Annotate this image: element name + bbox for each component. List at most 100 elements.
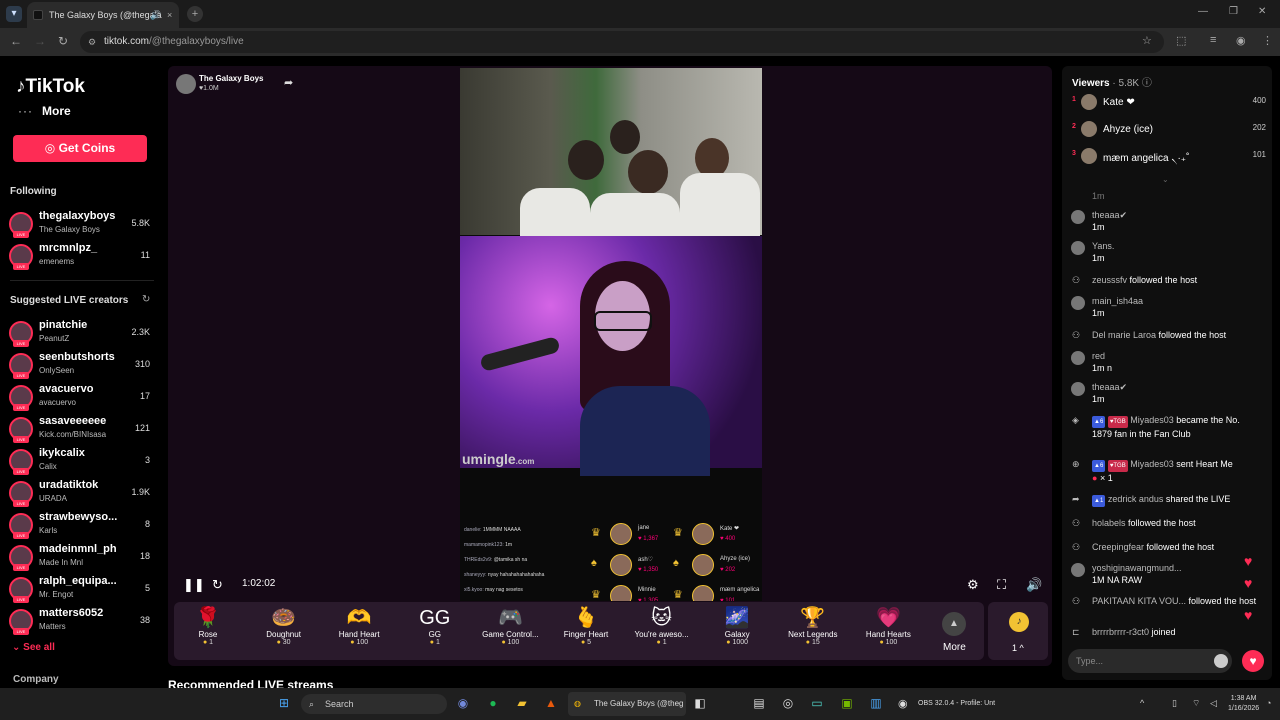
sidebar-item-suggested[interactable]: LIVE uradatiktok URADA 1.9K — [8, 479, 154, 507]
spotify-icon[interactable]: ● — [483, 693, 503, 713]
avatar[interactable]: LIVE — [9, 577, 33, 603]
avatar[interactable]: LIVE — [9, 481, 33, 507]
sidebar-item-suggested[interactable]: LIVE sasaveeeeee Kick.com/BINIsasa 121 — [8, 415, 154, 443]
terminal-icon[interactable]: ▭ — [807, 693, 827, 713]
sidebar-item-following[interactable]: LIVE thegalaxyboys The Galaxy Boys 5.8K — [8, 210, 154, 238]
site-info-icon[interactable]: ⚙ — [88, 31, 96, 53]
nvidia-icon[interactable]: ▣ — [837, 693, 857, 713]
gift-more-icon[interactable]: ▲ — [942, 612, 966, 636]
chat-event-user[interactable]: PAKITAAN KITA VOU... — [1092, 596, 1186, 606]
taskbar-obs[interactable]: ◉ OBS 32.0.4 - Profile: Unt — [896, 692, 1008, 716]
sidebar-item-suggested[interactable]: LIVE ikykcalix Calix 3 — [8, 447, 154, 475]
host-name[interactable]: The Galaxy Boys — [199, 74, 263, 83]
taskbar-clock[interactable]: 1:38 AM 1/16/2026 — [1228, 694, 1259, 714]
get-coins-button[interactable]: ◎ Get Coins — [13, 135, 147, 162]
share-icon[interactable]: ➦ — [284, 76, 293, 89]
steam-icon[interactable]: ◎ — [778, 693, 798, 713]
chat-event-user[interactable]: Creepingfear — [1092, 542, 1144, 552]
notes-icon[interactable]: ▤ — [749, 693, 769, 713]
discord-icon[interactable]: ◉ — [453, 693, 473, 713]
app-icon[interactable]: ▲ — [541, 693, 561, 713]
viewer-avatar[interactable] — [1081, 148, 1097, 164]
avatar[interactable]: LIVE — [9, 321, 33, 347]
settings-gear-icon[interactable]: ⚙ — [967, 577, 979, 593]
gift-item[interactable]: 🎮 Game Control... ● 100 — [480, 606, 540, 646]
gift-item[interactable]: GG GG ● 1 — [405, 606, 465, 646]
chat-event-user[interactable]: Miyades03 — [1130, 415, 1174, 425]
chat-username[interactable]: red — [1092, 351, 1105, 361]
see-all-link[interactable]: ⌄ See all — [12, 642, 55, 653]
sidebar-item-suggested[interactable]: LIVE ralph_equipa... Mr. Engot 5 — [8, 575, 154, 603]
sidebar-item-suggested[interactable]: LIVE pinatchie PeanutZ 2.3K — [8, 319, 154, 347]
browser-tab[interactable]: The Galaxy Boys (@thegala 🔊 × — [27, 2, 179, 28]
gift-item[interactable]: 🌌 Galaxy ● 1000 — [707, 606, 767, 646]
notification-bell-icon[interactable]: ◔ — [1266, 698, 1271, 708]
chat-event-user[interactable]: Del marie Laroa — [1092, 330, 1156, 340]
tray-chevron-icon[interactable]: ^ — [1140, 698, 1144, 708]
like-heart-button[interactable]: ♥ — [1242, 650, 1264, 672]
chat-avatar[interactable] — [1071, 563, 1085, 577]
sidebar-item-following[interactable]: LIVE mrcmnlpz_ emenems 11 — [8, 242, 154, 270]
reload-icon[interactable]: ↻ — [58, 34, 68, 48]
chat-avatar[interactable] — [1071, 351, 1085, 365]
address-field[interactable]: ⚙ tiktok.com/@thegalaxyboys/live — [80, 31, 1164, 53]
top-viewer-row[interactable]: 3 mæm angelica ৲·₊˚ 101 — [1070, 148, 1266, 168]
live-video[interactable]: umingle.com danelie: 1MMMM NAAAA mamamopi… — [460, 68, 762, 601]
chat-event-user[interactable]: holabels — [1092, 518, 1126, 528]
avatar[interactable]: LIVE — [9, 513, 33, 539]
volume-icon[interactable]: 🔊 — [1026, 577, 1042, 593]
top-viewer-row[interactable]: 2 Ahyze (ice) 202 — [1070, 121, 1266, 141]
windows-start-icon[interactable]: ⊞ — [274, 693, 294, 713]
sidebar-item-suggested[interactable]: LIVE seenbutshorts OnlySeen 310 — [8, 351, 154, 379]
speaker-icon[interactable]: ◁ — [1210, 698, 1217, 709]
gift-item[interactable]: 💗 Hand Hearts ● 100 — [858, 606, 918, 646]
avatar[interactable]: LIVE — [9, 417, 33, 443]
gift-item[interactable]: 🏆 Next Legends ● 15 — [783, 606, 843, 646]
sidebar-item-suggested[interactable]: LIVE strawbewyso... Karls 8 — [8, 511, 154, 539]
avatar[interactable]: LIVE — [9, 609, 33, 635]
chat-username[interactable]: Yans. — [1092, 241, 1114, 251]
viewer-avatar[interactable] — [1081, 121, 1097, 137]
profile-avatar-icon[interactable]: ◉ — [1236, 34, 1246, 47]
avatar[interactable]: LIVE — [9, 212, 33, 238]
forward-icon[interactable]: → — [34, 34, 46, 48]
tiktok-logo[interactable]: ♪TikTok — [16, 76, 85, 98]
chat-username[interactable]: main_ish4aa — [1092, 296, 1143, 306]
close-window-icon[interactable]: ✕ — [1258, 6, 1266, 17]
chat-input[interactable]: Type... — [1068, 649, 1232, 673]
sidebar-item-suggested[interactable]: LIVE madeinmnl_ph Made In Mnl 18 — [8, 543, 154, 571]
avatar[interactable]: LIVE — [9, 385, 33, 411]
network-icon[interactable]: ▯ — [1172, 698, 1177, 709]
notepad-icon[interactable]: ▥ — [866, 693, 886, 713]
reading-list-icon[interactable]: ≡ — [1210, 34, 1216, 46]
file-explorer-icon[interactable]: ▰ — [512, 693, 532, 713]
fullscreen-icon[interactable]: ⛶ — [997, 577, 1006, 593]
expand-chevron-icon[interactable]: ⌄ — [1162, 175, 1169, 184]
refresh-stream-icon[interactable]: ↻ — [212, 577, 223, 593]
taskbar-search[interactable]: ⌕ Search — [301, 694, 447, 714]
tab-search-icon[interactable]: ▾ — [6, 6, 22, 22]
chat-event-user[interactable]: Miyades03 — [1130, 459, 1174, 469]
chat-event-user[interactable]: zeusssfv — [1092, 275, 1127, 285]
more-link[interactable]: More — [42, 104, 71, 118]
chat-event-user[interactable]: zedrick andus — [1108, 494, 1164, 504]
gift-item[interactable]: 🫰 Finger Heart ● 5 — [556, 606, 616, 646]
back-icon[interactable]: ← — [10, 34, 22, 48]
top-viewer-row[interactable]: 1 Kate ❤ 400 — [1070, 94, 1266, 114]
company-link[interactable]: Company — [13, 674, 59, 685]
viewers-header[interactable]: Viewers · 5.8K ⓘ — [1072, 74, 1152, 89]
more-dots-icon[interactable]: ··· — [18, 104, 33, 118]
sidebar-item-suggested[interactable]: LIVE avacuervo avacuervo 17 — [8, 383, 154, 411]
gift-more-label[interactable]: More — [943, 642, 966, 653]
pause-icon[interactable]: ❚❚ — [183, 577, 205, 593]
chat-avatar[interactable] — [1071, 241, 1085, 255]
avatar[interactable]: LIVE — [9, 545, 33, 571]
chat-username[interactable]: theaaa✔ — [1092, 210, 1127, 221]
app2-icon[interactable]: ◧ — [690, 693, 710, 713]
sidebar-item-suggested[interactable]: LIVE matters6052 Matters 38 — [8, 607, 154, 635]
avatar[interactable]: LIVE — [9, 449, 33, 475]
gift-item[interactable]: 🐱 You're aweso... ● 1 — [632, 606, 692, 646]
gift-item[interactable]: 🌹 Rose ● 1 — [178, 606, 238, 646]
minimize-icon[interactable]: — — [1198, 6, 1208, 17]
chat-avatar[interactable] — [1071, 210, 1085, 224]
